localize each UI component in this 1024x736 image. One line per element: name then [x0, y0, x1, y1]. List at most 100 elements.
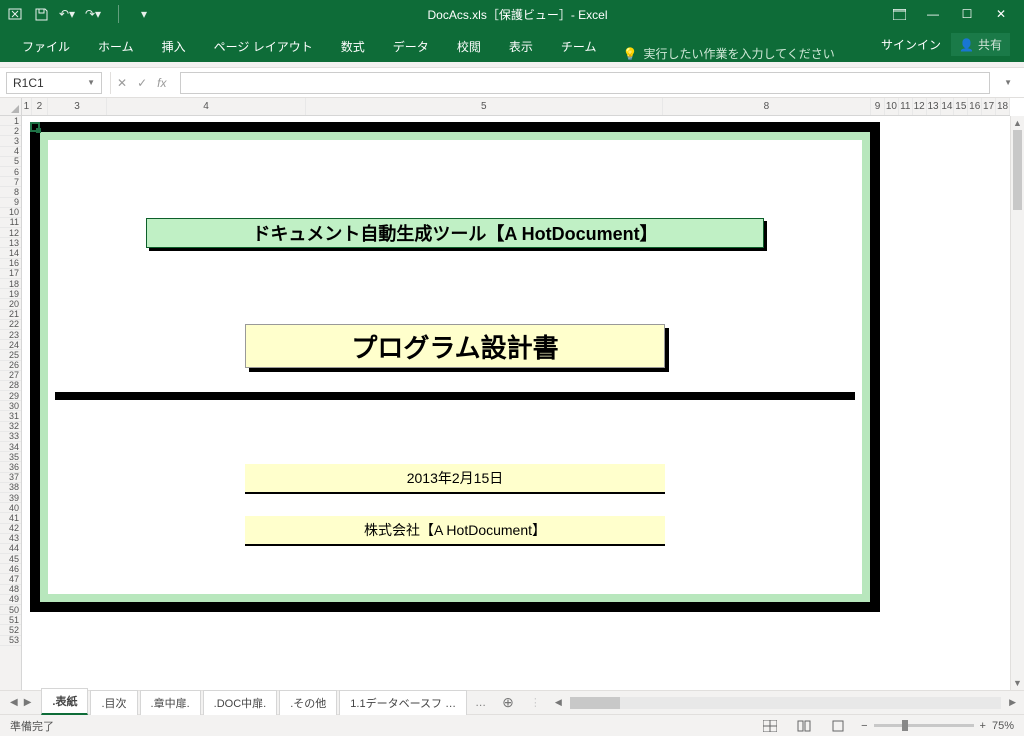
- row-header[interactable]: 10: [0, 208, 21, 218]
- col-header[interactable]: 16: [968, 98, 982, 115]
- col-header[interactable]: 1: [22, 98, 32, 115]
- row-header[interactable]: 14: [0, 248, 21, 258]
- redo-icon[interactable]: ↷▾: [86, 7, 100, 21]
- row-header[interactable]: 34: [0, 442, 21, 452]
- share-button[interactable]: 👤 共有: [951, 33, 1010, 56]
- row-header[interactable]: 27: [0, 371, 21, 381]
- col-header[interactable]: 2: [32, 98, 48, 115]
- row-header[interactable]: 13: [0, 238, 21, 248]
- row-header[interactable]: 32: [0, 422, 21, 432]
- row-header[interactable]: 11: [0, 218, 21, 228]
- zoom-in-icon[interactable]: +: [980, 720, 986, 732]
- col-header[interactable]: 17: [982, 98, 996, 115]
- col-header[interactable]: 18: [996, 98, 1010, 115]
- row-header[interactable]: 19: [0, 289, 21, 299]
- sheet-tab[interactable]: .DOC中扉.: [203, 690, 278, 715]
- row-header[interactable]: 53: [0, 636, 21, 646]
- row-header[interactable]: 50: [0, 605, 21, 615]
- row-header[interactable]: 38: [0, 483, 21, 493]
- view-normal-icon[interactable]: [759, 717, 781, 735]
- row-header[interactable]: 28: [0, 381, 21, 391]
- tell-me-box[interactable]: 💡 実行したい作業を入力してください: [610, 45, 875, 62]
- col-header[interactable]: 9: [871, 98, 885, 115]
- save-icon[interactable]: [34, 7, 48, 21]
- row-header[interactable]: 49: [0, 595, 21, 605]
- row-header[interactable]: 9: [0, 198, 21, 208]
- row-header[interactable]: 16: [0, 259, 21, 269]
- cancel-icon[interactable]: ✕: [117, 76, 127, 90]
- col-header[interactable]: 12: [913, 98, 927, 115]
- qa-customize-icon[interactable]: ▾: [137, 7, 151, 21]
- col-header[interactable]: 10: [885, 98, 899, 115]
- scroll-down-icon[interactable]: ▼: [1013, 676, 1022, 690]
- tab-view[interactable]: 表示: [495, 31, 547, 62]
- formula-bar-expand-icon[interactable]: ▼: [998, 78, 1018, 87]
- row-header[interactable]: 5: [0, 157, 21, 167]
- row-header[interactable]: 3: [0, 136, 21, 146]
- tab-data[interactable]: データ: [379, 31, 443, 62]
- row-header[interactable]: 21: [0, 310, 21, 320]
- row-header[interactable]: 36: [0, 462, 21, 472]
- cells-area[interactable]: ドキュメント自動生成ツール【A HotDocument】 プログラム設計書 20…: [22, 116, 1010, 690]
- select-all-corner[interactable]: [0, 98, 22, 116]
- row-header[interactable]: 22: [0, 320, 21, 330]
- row-header[interactable]: 40: [0, 503, 21, 513]
- vertical-scrollbar[interactable]: ▲ ▼: [1010, 116, 1024, 690]
- zoom-value[interactable]: 75%: [992, 720, 1014, 732]
- hscroll-thumb[interactable]: [570, 697, 620, 709]
- row-header[interactable]: 4: [0, 147, 21, 157]
- row-header[interactable]: 30: [0, 401, 21, 411]
- col-header[interactable]: 14: [941, 98, 955, 115]
- row-header[interactable]: 8: [0, 187, 21, 197]
- tab-review[interactable]: 校閲: [443, 31, 495, 62]
- formula-input[interactable]: [180, 72, 990, 94]
- col-header[interactable]: 11: [899, 98, 913, 115]
- row-header[interactable]: 47: [0, 574, 21, 584]
- fx-icon[interactable]: fx: [157, 76, 166, 90]
- scroll-right-icon[interactable]: ▶: [1009, 697, 1016, 708]
- sheet-nav-next-icon[interactable]: ▶: [24, 697, 32, 708]
- sign-in-link[interactable]: サインイン: [881, 36, 941, 53]
- tab-pagelayout[interactable]: ページ レイアウト: [200, 31, 327, 62]
- row-header[interactable]: 26: [0, 361, 21, 371]
- row-header[interactable]: 17: [0, 269, 21, 279]
- confirm-icon[interactable]: ✓: [137, 76, 147, 90]
- column-headers[interactable]: 1 2 3 4 5 8 9 10 11 12 13 14 15 16 17 18: [22, 98, 1010, 116]
- minimize-icon[interactable]: —: [926, 7, 940, 21]
- zoom-out-icon[interactable]: −: [861, 720, 867, 732]
- row-header[interactable]: 25: [0, 350, 21, 360]
- row-header[interactable]: 39: [0, 493, 21, 503]
- tab-formulas[interactable]: 数式: [327, 31, 379, 62]
- row-header[interactable]: 45: [0, 554, 21, 564]
- row-header[interactable]: 7: [0, 177, 21, 187]
- row-header[interactable]: 41: [0, 513, 21, 523]
- row-header[interactable]: 43: [0, 534, 21, 544]
- row-header[interactable]: 42: [0, 524, 21, 534]
- sheet-nav-prev-icon[interactable]: ◀: [10, 697, 18, 708]
- row-header[interactable]: 1: [0, 116, 21, 126]
- row-header[interactable]: 18: [0, 279, 21, 289]
- row-header[interactable]: 46: [0, 564, 21, 574]
- row-header[interactable]: 6: [0, 167, 21, 177]
- tab-file[interactable]: ファイル: [8, 31, 84, 62]
- tab-team[interactable]: チーム: [547, 31, 611, 62]
- name-box-dropdown-icon[interactable]: ▼: [87, 78, 95, 87]
- zoom-slider[interactable]: [874, 724, 974, 727]
- row-header[interactable]: 37: [0, 473, 21, 483]
- row-header[interactable]: 24: [0, 340, 21, 350]
- tab-insert[interactable]: 挿入: [148, 31, 200, 62]
- sheet-tabs-more-icon[interactable]: …: [469, 697, 492, 709]
- row-header[interactable]: 52: [0, 625, 21, 635]
- row-header[interactable]: 12: [0, 228, 21, 238]
- undo-icon[interactable]: ↶▾: [60, 7, 74, 21]
- view-pagebreak-icon[interactable]: [827, 717, 849, 735]
- horizontal-scrollbar[interactable]: ◀ ▶: [547, 697, 1024, 709]
- row-header[interactable]: 23: [0, 330, 21, 340]
- close-icon[interactable]: ✕: [994, 7, 1008, 21]
- row-headers[interactable]: 1234567891011121314161718192021222324252…: [0, 98, 22, 690]
- col-header[interactable]: 3: [48, 98, 108, 115]
- row-header[interactable]: 20: [0, 299, 21, 309]
- view-pagelayout-icon[interactable]: [793, 717, 815, 735]
- scroll-left-icon[interactable]: ◀: [555, 697, 562, 708]
- col-header[interactable]: 4: [107, 98, 305, 115]
